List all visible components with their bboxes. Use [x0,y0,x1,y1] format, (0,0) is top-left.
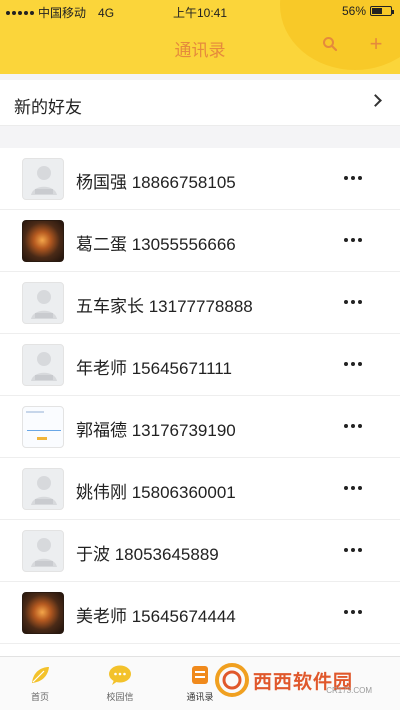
default-avatar [22,468,64,510]
tab-messages-label: 校园信 [106,692,134,702]
more-options-icon[interactable] [344,424,362,428]
header-bar: 中国移动 4G 上午10:41 56% 通讯录 + [0,0,400,74]
contact-row[interactable]: 年老师 15645671111 [0,334,400,396]
watermark-subtext: CR173.COM [326,686,372,695]
photo-avatar [22,220,64,262]
add-contact-button[interactable]: + [364,31,388,56]
contact-row[interactable]: 杨国强 18866758105 [0,148,400,210]
more-options-icon[interactable] [344,548,362,552]
default-avatar [22,158,64,200]
contact-row[interactable]: 五车家长 13177778888 [0,272,400,334]
more-options-icon[interactable] [344,300,362,304]
battery-icon [370,6,394,16]
photo-avatar [22,592,64,634]
contact-row[interactable]: 姚伟刚 15806360001 [0,458,400,520]
chat-bubble-icon [108,663,132,687]
search-icon [323,37,338,52]
contact-list: 杨国强 18866758105 葛二蛋 13055556666 五车家长 13177… [0,148,400,656]
watermark-logo [215,663,249,697]
default-avatar [22,282,64,324]
contact-row[interactable]: 于波 18053645889 [0,520,400,582]
status-time: 上午10:41 [172,6,228,20]
battery-percent: 56% [341,4,366,18]
contact-name: 杨国强 18866758105 [76,173,236,192]
contact-name: 郭福德 13176739190 [76,421,236,440]
new-friends-label: 新的好友 [14,98,82,117]
contacts-icon [188,663,212,687]
tab-home[interactable]: 首页 [10,663,70,703]
contact-name: 年老师 15645671111 [76,359,232,378]
tab-contacts-label: 通讯录 [186,692,214,702]
more-options-icon[interactable] [344,176,362,180]
more-options-icon[interactable] [344,238,362,242]
contact-name: 于波 18053645889 [76,545,219,564]
chart-avatar [22,406,64,448]
contact-name: 姚伟刚 15806360001 [76,483,236,502]
tab-messages[interactable]: 校园信 [90,663,150,703]
status-bar: 中国移动 4G 上午10:41 56% [0,0,400,22]
plus-icon: + [369,31,383,56]
tab-home-label: 首页 [30,692,49,702]
leaf-icon [28,663,52,687]
contact-row[interactable]: 郭福德 13176739190 [0,396,400,458]
contact-row[interactable]: 美老师 15645674444 [0,582,400,644]
default-avatar [22,344,64,386]
more-options-icon[interactable] [344,362,362,366]
default-avatar [22,530,64,572]
contact-name: 美老师 15645674444 [76,607,236,626]
search-button[interactable] [318,32,342,56]
more-options-icon[interactable] [344,486,362,490]
battery-info: 56% [341,4,394,18]
watermark: 西西软件园 CR173.COM [215,660,390,700]
chevron-right-icon [369,94,382,107]
contact-name: 葛二蛋 13055556666 [76,235,236,254]
contact-row[interactable]: 葛二蛋 13055556666 [0,210,400,272]
more-options-icon[interactable] [344,610,362,614]
contact-name: 五车家长 13177778888 [76,297,253,316]
new-friends-row[interactable]: 新的好友 [0,80,400,126]
